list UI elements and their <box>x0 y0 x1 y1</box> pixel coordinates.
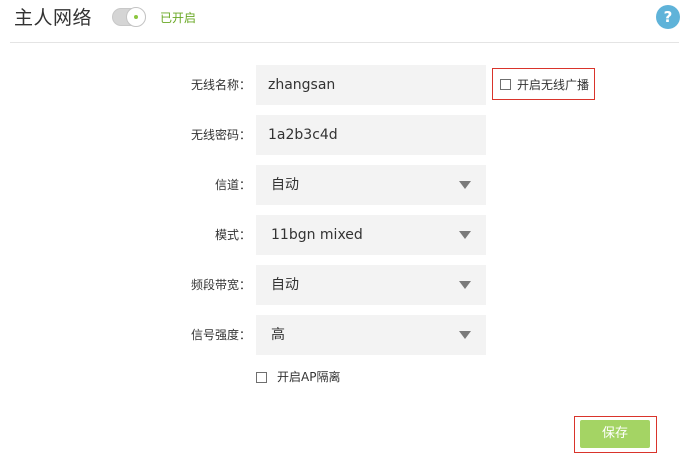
ap-isolation-label[interactable]: 开启AP隔离 <box>277 370 340 384</box>
header-divider <box>10 42 679 43</box>
signal-select[interactable]: 高 <box>256 315 486 355</box>
help-icon[interactable]: ? <box>656 5 680 29</box>
broadcast-label[interactable]: 开启无线广播 <box>517 78 589 92</box>
password-value: 1a2b3c4d <box>268 127 338 143</box>
chevron-down-icon <box>459 181 471 189</box>
ap-isolation-checkbox[interactable] <box>256 372 267 383</box>
toggle-knob <box>126 7 146 27</box>
chevron-down-icon <box>459 231 471 239</box>
channel-select[interactable]: 自动 <box>256 165 486 205</box>
chevron-down-icon <box>459 331 471 339</box>
ssid-value: zhangsan <box>268 77 336 93</box>
bandwidth-value: 自动 <box>271 277 299 293</box>
page-title: 主人网络 <box>14 7 93 29</box>
mode-label: 模式： <box>214 228 251 242</box>
channel-label: 信道： <box>214 178 251 192</box>
ssid-label: 无线名称： <box>190 78 251 92</box>
broadcast-checkbox[interactable] <box>500 79 511 90</box>
signal-value: 高 <box>271 327 285 343</box>
bandwidth-label: 频段带宽： <box>190 278 251 292</box>
toggle-status-label: 已开启 <box>160 11 197 25</box>
chevron-down-icon <box>459 281 471 289</box>
ssid-input[interactable]: zhangsan <box>256 65 486 105</box>
channel-value: 自动 <box>271 177 299 193</box>
mode-select[interactable]: 11bgn mixed <box>256 215 486 255</box>
bandwidth-select[interactable]: 自动 <box>256 265 486 305</box>
mode-value: 11bgn mixed <box>271 227 363 243</box>
signal-label: 信号强度： <box>190 328 251 342</box>
network-toggle[interactable] <box>112 7 146 27</box>
save-button[interactable]: 保存 <box>580 420 650 448</box>
password-label: 无线密码： <box>190 128 251 142</box>
password-input[interactable]: 1a2b3c4d <box>256 115 486 155</box>
